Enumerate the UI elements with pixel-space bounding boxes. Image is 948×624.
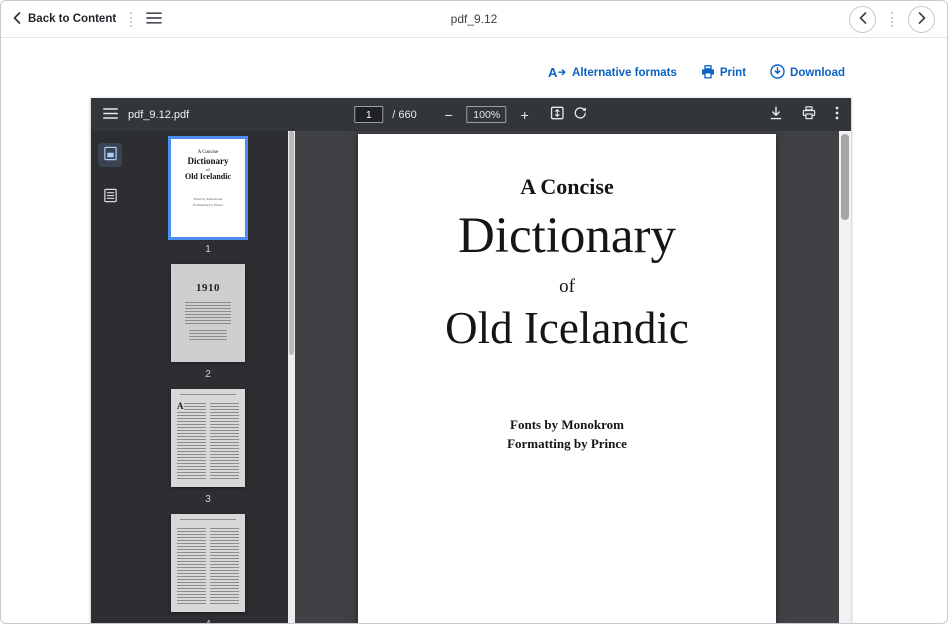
download-icon	[769, 106, 783, 123]
alternative-formats-icon: A	[548, 65, 567, 82]
back-to-content-button[interactable]: Back to Content	[13, 12, 116, 27]
topbar-right-group	[849, 6, 935, 33]
credit-line-1: Fonts by Monokrom	[358, 416, 776, 435]
print-label: Print	[720, 67, 746, 79]
divider	[891, 12, 893, 27]
thumbnail-page-number: 1	[205, 244, 211, 255]
download-label: Download	[790, 67, 845, 79]
zoom-in-button[interactable]: +	[516, 106, 534, 124]
thumbnail-text-lines	[185, 302, 231, 324]
more-options-icon	[835, 106, 839, 123]
alternative-formats-link[interactable]: A Alternative formats	[548, 65, 677, 82]
more-options-button[interactable]	[835, 106, 839, 123]
thumbnail-page-2[interactable]: 1910 2	[171, 264, 245, 380]
thumbnail-text-column	[210, 403, 239, 481]
mini-title1: Dictionary	[171, 156, 245, 166]
thumbnail-image: A	[171, 389, 245, 487]
thumbnail-columns: A	[171, 395, 245, 481]
mini-credit-2: Formatting by Prince	[171, 203, 245, 209]
pdf-sidebar-toggle-button[interactable]	[103, 107, 118, 122]
thumbnail-text-column: A	[177, 403, 206, 481]
thumbnail-page-number: 4	[205, 619, 211, 624]
page-credits: Fonts by Monokrom Formatting by Prince	[358, 416, 776, 454]
credit-line-2: Formatting by Prince	[358, 435, 776, 454]
thumbnail-year-text: 1910	[171, 264, 245, 294]
document-area: A Concise Dictionary of Old Icelandic Fo…	[295, 131, 839, 624]
viewer-scrollbar-thumb[interactable]	[841, 134, 849, 220]
back-to-content-label: Back to Content	[28, 13, 116, 25]
page-subtitle: A Concise	[358, 174, 776, 200]
hamburger-icon	[103, 107, 118, 122]
topbar-left-group: Back to Content	[13, 12, 162, 27]
pdf-body: A Concise Dictionary of Old Icelandic Fo…	[91, 131, 851, 624]
sidebar-view-switcher	[98, 143, 122, 209]
print-link[interactable]: Print	[701, 65, 746, 82]
download-link[interactable]: Download	[770, 64, 845, 82]
pdf-filename: pdf_9.12.pdf	[128, 109, 189, 121]
rotate-icon	[574, 106, 588, 123]
thumbnail-text-column	[210, 528, 239, 606]
thumbnail-list: A Concise Dictionary of Old Icelandic Fo…	[129, 139, 287, 624]
fit-to-page-button[interactable]	[551, 106, 565, 123]
document-outline-button[interactable]	[98, 185, 122, 209]
mini-subtitle: A Concise	[171, 150, 245, 155]
thumbnail-image	[171, 514, 245, 612]
hamburger-icon	[146, 12, 162, 27]
thumbnail-columns	[171, 520, 245, 606]
thumbnail-page-number: 2	[205, 369, 211, 380]
download-icon	[770, 64, 785, 82]
chevron-right-icon	[918, 12, 926, 27]
alternative-formats-label: Alternative formats	[572, 67, 677, 79]
viewer-scrollbar[interactable]	[839, 131, 851, 624]
pdf-sidebar: A Concise Dictionary of Old Icelandic Fo…	[91, 131, 295, 624]
thumbnail-image: A Concise Dictionary of Old Icelandic Fo…	[171, 139, 245, 237]
menu-button[interactable]	[146, 12, 162, 27]
previous-page-button[interactable]	[849, 6, 876, 33]
zoom-level-display: 100%	[467, 106, 507, 123]
pdf-print-button[interactable]	[802, 106, 816, 123]
document-outline-icon	[103, 188, 118, 206]
zoom-out-button[interactable]: −	[440, 106, 458, 124]
next-page-button[interactable]	[908, 6, 935, 33]
thumbnail-dropcap: A	[177, 401, 184, 411]
chevron-left-icon	[859, 12, 867, 27]
chevron-left-icon	[13, 12, 21, 27]
svg-text:A: A	[548, 65, 558, 79]
pdf-toolbar-right	[769, 98, 839, 131]
sidebar-scrollbar-thumb[interactable]	[289, 131, 294, 355]
mini-title2: Old Icelandic	[171, 172, 245, 181]
thumbnail-preview-text: A Concise Dictionary of Old Icelandic Fo…	[171, 139, 245, 208]
page-title-line-1: Dictionary	[358, 207, 776, 265]
pdf-page: A Concise Dictionary of Old Icelandic Fo…	[358, 134, 776, 624]
rotate-button[interactable]	[574, 106, 588, 123]
printer-icon	[802, 106, 816, 123]
thumbnail-page-3[interactable]: A 3	[171, 389, 245, 505]
mini-credits: Fonts by Monokrom Formatting by Prince	[171, 197, 245, 208]
pdf-toolbar: pdf_9.12.pdf / 660 − 100% +	[91, 98, 851, 131]
page-title-line-2: Old Icelandic	[358, 302, 776, 354]
document-actions: A Alternative formats Print Download	[548, 64, 845, 82]
sidebar-scrollbar[interactable]	[288, 131, 295, 624]
thumbnails-view-icon	[103, 146, 118, 164]
divider	[130, 12, 132, 27]
page-of: of	[358, 276, 776, 298]
thumbnails-view-button[interactable]	[98, 143, 122, 167]
printer-icon	[701, 65, 715, 82]
pdf-viewer-window: Back to Content pdf_9.12	[0, 0, 948, 624]
pdf-download-button[interactable]	[769, 106, 783, 123]
thumbnail-page-4[interactable]: 4	[171, 514, 245, 624]
pdf-toolbar-center: / 660 − 100% +	[354, 98, 587, 131]
fit-page-icon	[551, 106, 565, 123]
thumbnail-text-column	[177, 528, 206, 606]
thumbnail-text-lines	[189, 330, 227, 342]
pdf-viewer: pdf_9.12.pdf / 660 − 100% +	[91, 98, 851, 624]
thumbnail-page-1[interactable]: A Concise Dictionary of Old Icelandic Fo…	[171, 139, 245, 255]
page-count-label: / 660	[392, 109, 416, 121]
top-bar: Back to Content pdf_9.12	[1, 1, 947, 38]
page-number-input[interactable]	[354, 106, 383, 123]
thumbnail-image: 1910	[171, 264, 245, 362]
thumbnail-page-number: 3	[205, 494, 211, 505]
